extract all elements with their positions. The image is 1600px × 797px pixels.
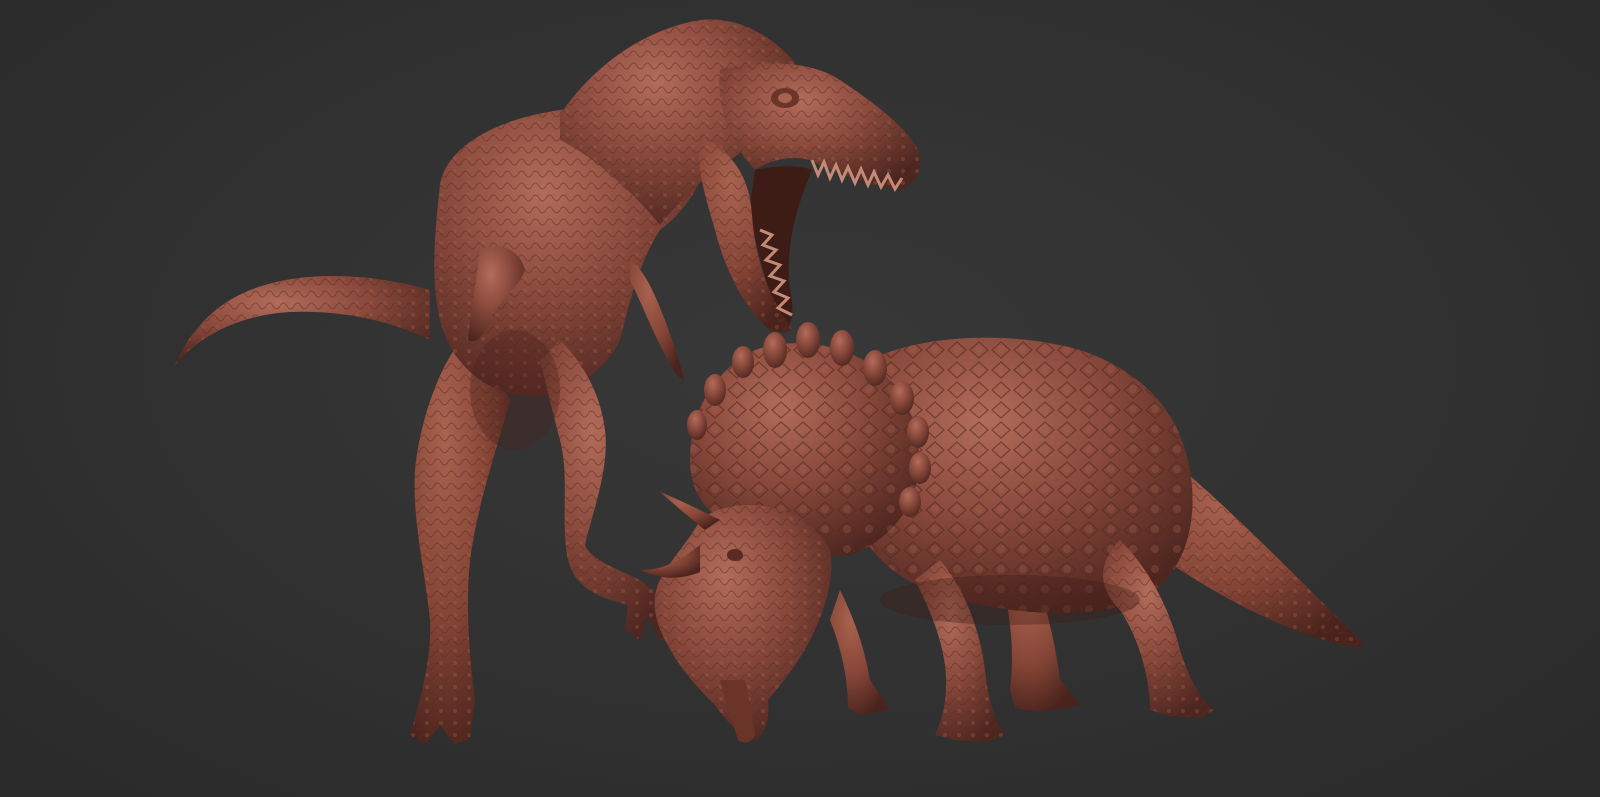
sculpt-viewport [0, 0, 1600, 797]
dinosaur-sculpt-render [175, 19, 1365, 745]
triceratops-sculpt [640, 322, 1365, 743]
